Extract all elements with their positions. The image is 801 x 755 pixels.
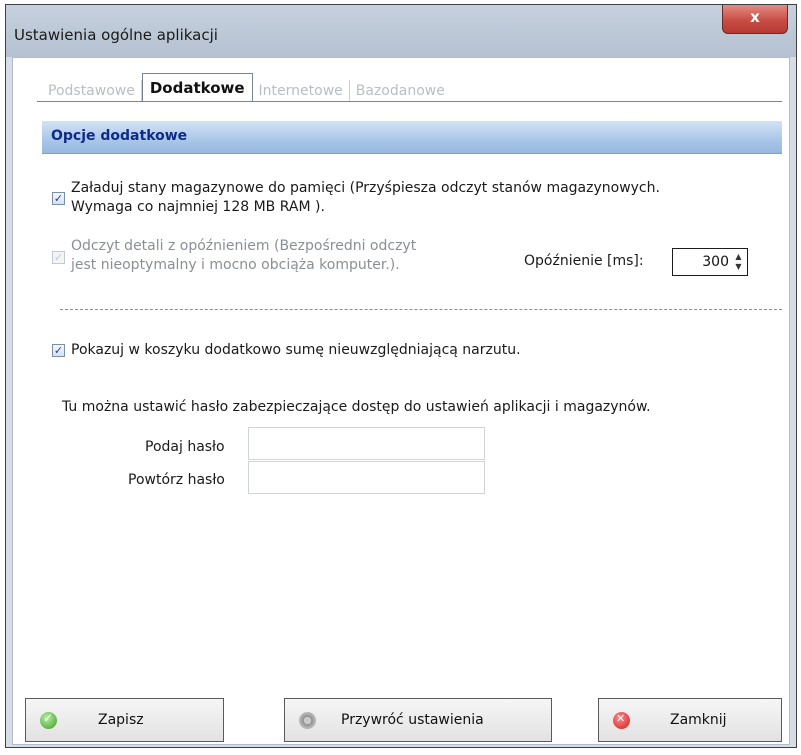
tab-strip: Podstawowe Dodatkowe Internetowe Bazodan… — [42, 73, 451, 102]
delay-value: 300 — [702, 254, 729, 270]
separator — [60, 309, 782, 310]
save-button-label: Zapisz — [98, 712, 144, 728]
load-stock-label-line1: Załaduj stany magazynowe do pamięci (Prz… — [71, 180, 660, 196]
title-bar[interactable]: Ustawienia ogólne aplikacji x — [6, 5, 796, 57]
restore-button-label: Przywróć ustawienia — [341, 712, 484, 728]
restore-button[interactable]: Przywróć ustawienia — [284, 698, 552, 742]
repeat-password-label: Powtórz hasło — [128, 472, 225, 488]
tab-bazodanowe[interactable]: Bazodanowe — [350, 80, 451, 102]
window-close-button[interactable]: x — [722, 5, 788, 34]
section-title: Opcje dodatkowe — [51, 128, 188, 144]
password-field[interactable] — [248, 427, 485, 460]
load-stock-checkbox[interactable]: ✓ — [52, 192, 65, 205]
delay-spinner[interactable]: 300 ▲ ▼ — [672, 248, 748, 276]
close-button[interactable]: Zamknij — [598, 698, 782, 742]
spinner-arrows-icon[interactable]: ▲ ▼ — [732, 252, 745, 272]
delayed-details-label-line2: jest nieoptymalny i mocno obciąża komput… — [71, 257, 400, 273]
tab-podstawowe[interactable]: Podstawowe — [42, 80, 142, 102]
delayed-details-label-line1: Odczyt detali z opóźnieniem (Bezpośredni… — [71, 238, 417, 254]
section-header: Opcje dodatkowe — [42, 121, 782, 154]
load-stock-label-line2: Wymaga co najmniej 128 MB RAM ). — [71, 199, 325, 215]
gear-icon — [299, 712, 316, 729]
delayed-details-checkbox[interactable]: ✓ — [52, 251, 65, 264]
password-label: Podaj hasło — [145, 439, 225, 455]
cart-sum-checkbox[interactable]: ✓ — [52, 344, 65, 357]
cart-sum-label: Pokazuj w koszyku dodatkowo sumę nieuwzg… — [71, 342, 521, 358]
repeat-password-field[interactable] — [248, 461, 485, 494]
check-circle-icon — [40, 711, 57, 729]
close-button-label: Zamknij — [670, 712, 727, 728]
tab-dodatkowe[interactable]: Dodatkowe — [141, 73, 253, 102]
password-info: Tu można ustawić hasło zabezpieczające d… — [62, 399, 651, 415]
save-button[interactable]: Zapisz — [25, 698, 224, 742]
window-title: Ustawienia ogólne aplikacji — [14, 26, 218, 44]
tab-internetowe[interactable]: Internetowe — [253, 80, 350, 102]
x-circle-icon — [613, 712, 630, 729]
delay-label: Opóźnienie [ms]: — [524, 253, 644, 269]
